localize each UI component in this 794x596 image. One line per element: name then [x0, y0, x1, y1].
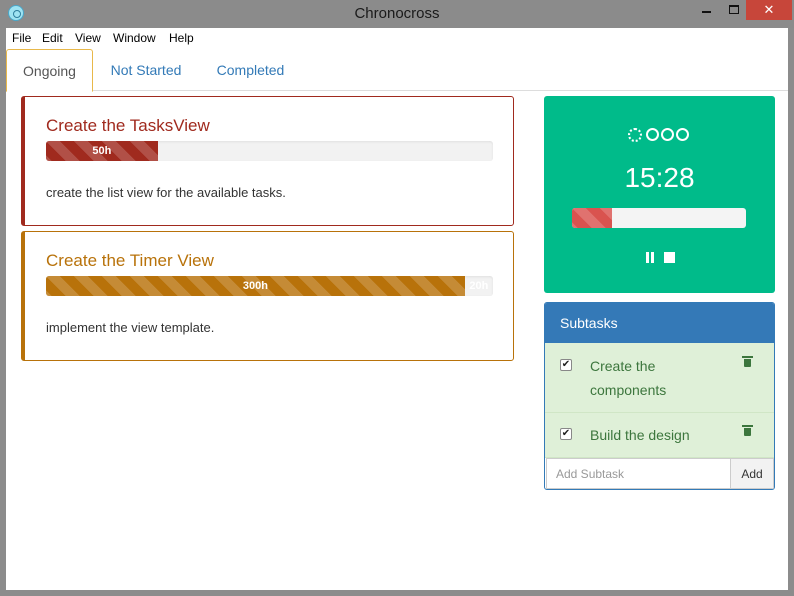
task-remaining-label: 20h: [469, 280, 489, 292]
task-description: create the list view for the available t…: [46, 185, 286, 200]
pause-icon[interactable]: [645, 252, 655, 263]
app-window: Chronocross ✕ File Edit View Window Help…: [0, 0, 794, 596]
task-title: Create the TasksView: [46, 116, 210, 135]
app-content: File Edit View Window Help Ongoing Not S…: [6, 28, 788, 590]
timer-progress: [572, 208, 746, 228]
trash-icon[interactable]: [742, 356, 753, 367]
add-subtask-input[interactable]: [546, 458, 731, 489]
close-button[interactable]: ✕: [746, 0, 792, 20]
spinner-icon: [628, 128, 642, 142]
maximize-button[interactable]: [722, 0, 746, 20]
stop-icon[interactable]: [664, 252, 675, 263]
maximize-icon: [729, 5, 739, 14]
tab-not-started[interactable]: Not Started: [96, 49, 196, 91]
timer-panel: 15:28: [544, 96, 775, 293]
task-description: implement the view template.: [46, 320, 215, 335]
menu-help[interactable]: Help: [169, 31, 194, 45]
window-title: Chronocross: [354, 5, 440, 22]
add-subtask-row: Add: [545, 458, 774, 489]
task-progress: 50h: [46, 141, 493, 161]
timer-time: 15:28: [624, 162, 695, 193]
circle-icon: [646, 128, 659, 141]
tab-ongoing[interactable]: Ongoing: [6, 49, 93, 92]
menu-window[interactable]: Window: [113, 31, 156, 45]
menu-view[interactable]: View: [75, 31, 101, 45]
subtask-checkbox[interactable]: ✔: [560, 359, 572, 371]
subtasks-heading: Subtasks: [545, 303, 774, 343]
minimize-icon: [702, 11, 711, 13]
task-card[interactable]: Create the Timer View 300h 20h implement…: [21, 231, 514, 361]
subtasks-panel: Subtasks ✔ Create the components ✔ Build…: [544, 302, 775, 490]
subtask-item: ✔ Create the components: [545, 343, 774, 413]
subtask-label: Create the components: [590, 358, 667, 398]
task-title: Create the Timer View: [46, 251, 214, 270]
circle-icon: [676, 128, 689, 141]
title-bar[interactable]: Chronocross ✕: [0, 0, 794, 28]
subtask-label: Build the design: [590, 427, 690, 443]
task-card[interactable]: Create the TasksView 50h create the list…: [21, 96, 514, 226]
trash-icon[interactable]: [742, 425, 753, 436]
subtask-item: ✔ Build the design: [545, 413, 774, 458]
menu-file[interactable]: File: [12, 31, 31, 45]
subtask-checkbox[interactable]: ✔: [560, 428, 572, 440]
add-subtask-button[interactable]: Add: [730, 458, 774, 489]
task-progress-bar: 50h: [46, 141, 158, 161]
task-progress-bar: 300h: [46, 276, 465, 296]
task-progress: 300h 20h: [46, 276, 493, 296]
task-tabs: Ongoing Not Started Completed: [6, 48, 788, 92]
minimize-button[interactable]: [692, 0, 722, 20]
menu-edit[interactable]: Edit: [42, 31, 63, 45]
menu-bar: File Edit View Window Help: [6, 28, 788, 48]
timer-progress-bar: [572, 208, 613, 228]
tab-completed[interactable]: Completed: [202, 49, 299, 91]
close-icon: ✕: [763, 2, 775, 17]
circle-icon: [661, 128, 674, 141]
